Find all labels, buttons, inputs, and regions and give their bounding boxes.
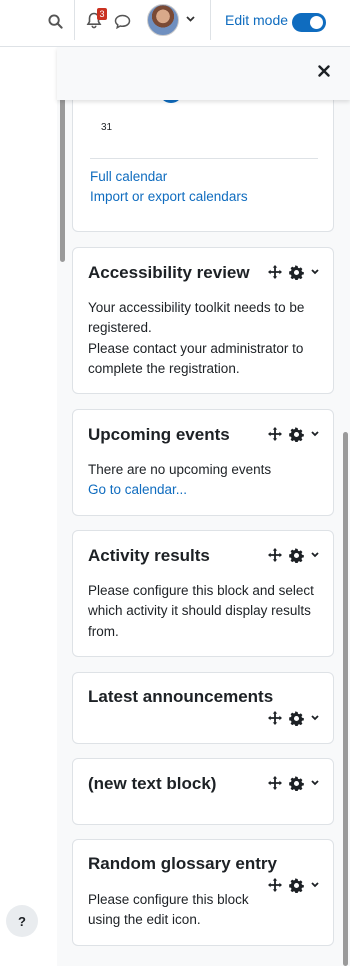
move-icon[interactable]	[267, 877, 283, 893]
text-line: which activity it should display results	[88, 603, 311, 619]
block-content: There are no upcoming events Go to calen…	[88, 460, 320, 501]
chevron-down-icon[interactable]	[185, 14, 195, 24]
chat-icon[interactable]	[113, 12, 131, 30]
block-controls	[267, 710, 319, 726]
gear-icon[interactable]	[289, 877, 304, 893]
block-title: Upcoming events	[88, 425, 230, 444]
notification-count-badge: 3	[97, 8, 107, 20]
block-controls	[267, 547, 319, 563]
close-icon	[318, 65, 330, 77]
full-calendar-link[interactable]: Full calendar	[90, 169, 167, 184]
close-drawer-button[interactable]	[318, 65, 330, 81]
nav-divider	[210, 0, 211, 40]
block-content: Please configure this block using the ed…	[88, 890, 268, 931]
course-scrollbar[interactable]	[60, 80, 65, 262]
text-line: Please configure this block and select	[88, 583, 314, 598]
text-line: from.	[88, 623, 119, 639]
calendar-divider	[90, 158, 318, 159]
move-icon[interactable]	[267, 775, 283, 791]
user-avatar[interactable]	[147, 4, 179, 36]
upcoming-events-block: Upcoming events There are no upcoming ev…	[72, 409, 334, 516]
text-line: Your accessibility toolkit needs to be	[88, 300, 305, 315]
chevron-down-icon[interactable]	[311, 882, 319, 888]
text-line: registered.	[88, 320, 152, 336]
block-title: Accessibility review	[88, 263, 250, 282]
text-line: complete the registration.	[88, 360, 240, 376]
block-controls	[267, 877, 319, 893]
page-left-strip	[0, 47, 57, 966]
no-events-text: There are no upcoming events	[88, 462, 272, 477]
chevron-down-icon[interactable]	[311, 552, 319, 558]
top-navbar: 3 Edit mode	[0, 0, 350, 47]
move-icon[interactable]	[267, 426, 283, 442]
nav-divider	[74, 0, 75, 40]
import-export-calendars-link[interactable]: Import or export calendars	[90, 189, 248, 204]
gear-icon[interactable]	[289, 426, 304, 442]
block-title: (new text block)	[88, 774, 217, 793]
move-icon[interactable]	[267, 547, 283, 563]
chevron-down-icon[interactable]	[311, 431, 319, 437]
calendar-day-number[interactable]: 31	[101, 122, 112, 133]
drawer-scrollbar[interactable]	[343, 432, 348, 966]
gear-icon[interactable]	[289, 775, 304, 791]
gear-icon[interactable]	[289, 547, 304, 563]
gear-icon[interactable]	[289, 264, 304, 280]
move-icon[interactable]	[267, 264, 283, 280]
drawer-header	[57, 47, 350, 100]
block-title: Activity results	[88, 546, 210, 565]
text-line: Please configure this block	[88, 892, 249, 907]
block-content: Your accessibility toolkit needs to be r…	[88, 298, 320, 379]
edit-mode-toggle[interactable]	[292, 13, 326, 32]
search-icon[interactable]	[46, 12, 64, 30]
edit-mode-label: Edit mode	[225, 12, 289, 28]
chevron-down-icon[interactable]	[311, 780, 319, 786]
accessibility-review-block: Accessibility review Your accessibility …	[72, 247, 334, 394]
random-glossary-entry-block: Random glossary entry Please configure t…	[72, 839, 334, 946]
toggle-knob	[310, 16, 323, 29]
block-title: Latest announcements	[88, 687, 274, 706]
go-to-calendar-link[interactable]: Go to calendar...	[88, 480, 320, 500]
block-controls	[267, 775, 319, 791]
calendar-block: 31 Full calendar Import or export calend…	[72, 81, 334, 232]
move-icon[interactable]	[267, 710, 283, 726]
activity-results-block: Activity results Please configure this b…	[72, 530, 334, 657]
block-controls	[267, 264, 319, 280]
text-line: Please contact your administrator to	[88, 340, 304, 356]
gear-icon[interactable]	[289, 710, 304, 726]
block-title: Random glossary entry	[88, 854, 277, 873]
chevron-down-icon[interactable]	[311, 715, 319, 721]
text-line: using the edit icon.	[88, 912, 201, 928]
help-button[interactable]: ?	[6, 905, 38, 937]
latest-announcements-block: Latest announcements	[72, 672, 334, 744]
chevron-down-icon[interactable]	[311, 269, 319, 275]
new-text-block: (new text block)	[72, 758, 334, 825]
block-content: Please configure this block and select w…	[88, 581, 320, 642]
block-controls	[267, 426, 319, 442]
